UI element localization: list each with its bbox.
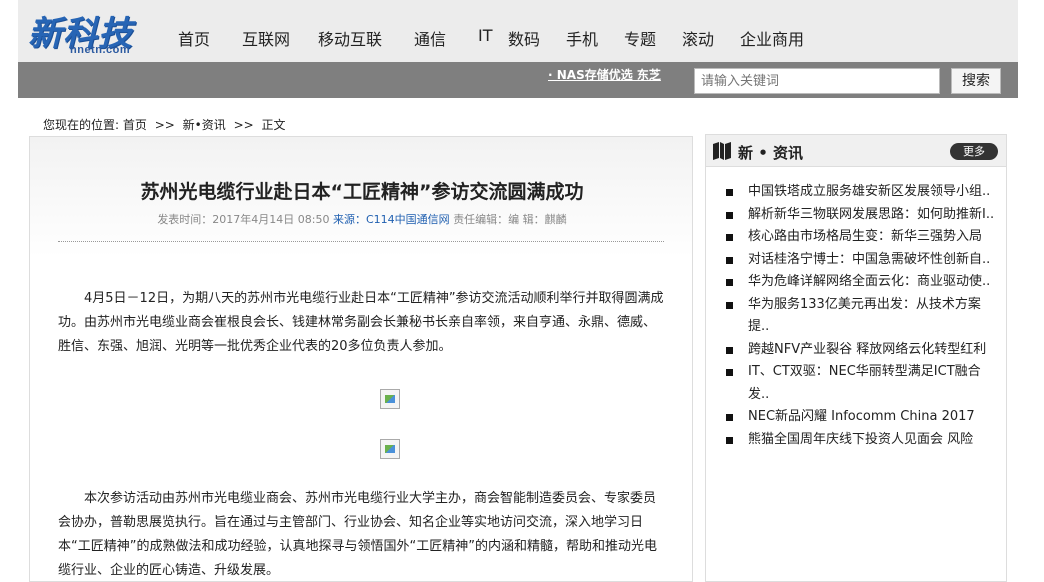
sidebar-list: 中国铁塔成立服务雄安新区发展领导小组.. 解析新华三物联网发展思路：如何助推新I… bbox=[726, 181, 996, 451]
nav-enterprise[interactable]: 企业商用 bbox=[740, 26, 830, 50]
list-item[interactable]: 核心路由市场格局生变：新华三强势入局 bbox=[726, 226, 996, 249]
nav-it[interactable]: IT bbox=[478, 26, 508, 50]
list-item[interactable]: 华为危峰详解网络全面云化：商业驱动使.. bbox=[726, 271, 996, 294]
list-item[interactable]: IT、CT双驱：NEC华丽转型满足ICT融合发.. bbox=[726, 361, 996, 406]
article-source[interactable]: 来源：C114中国通信网 bbox=[333, 213, 450, 226]
breadcrumb-home[interactable]: 首页 bbox=[123, 118, 147, 132]
ticker-link[interactable]: · NAS存储优选 东芝 bbox=[548, 68, 661, 82]
search-bar: · NAS存储优选 东芝 搜索 bbox=[18, 62, 1018, 98]
search-input[interactable] bbox=[694, 68, 940, 94]
list-item[interactable]: 中国铁塔成立服务雄安新区发展领导小组.. bbox=[726, 181, 996, 204]
nav-phone[interactable]: 手机 bbox=[566, 26, 624, 50]
list-item[interactable]: NEC新品闪耀 Infocomm China 2017 bbox=[726, 406, 996, 429]
main-nav: 首页 互联网 移动互联 通信 IT 数码 手机 专题 滚动 企业商用 bbox=[178, 26, 830, 50]
nav-topics[interactable]: 专题 bbox=[624, 26, 682, 50]
breadcrumb: 您现在的位置: 首页 >> 新•资讯 >> 正文 bbox=[43, 116, 286, 133]
site-logo[interactable]: 新科技 hnetn.com bbox=[24, 6, 164, 58]
page: 新科技 hnetn.com 首页 互联网 移动互联 通信 IT 数码 手机 专题… bbox=[0, 0, 1044, 582]
book-icon bbox=[713, 142, 731, 160]
nav-telecom[interactable]: 通信 bbox=[414, 26, 478, 50]
list-item[interactable]: 对话桂洛宁博士：中国急需破坏性创新自.. bbox=[726, 249, 996, 272]
broken-image-icon bbox=[380, 439, 400, 459]
nav-home[interactable]: 首页 bbox=[178, 26, 242, 50]
logo-domain: hnetn.com bbox=[70, 44, 131, 56]
list-item[interactable]: 熊猫全国周年庆线下投资人见面会 风险 bbox=[726, 429, 996, 452]
sidebar-news: 新 • 资讯 更多 中国铁塔成立服务雄安新区发展领导小组.. 解析新华三物联网发… bbox=[705, 134, 1007, 582]
breadcrumb-current: 正文 bbox=[261, 118, 286, 132]
list-item[interactable]: 解析新华三物联网发展思路：如何助推新I.. bbox=[726, 204, 996, 227]
nav-internet[interactable]: 互联网 bbox=[242, 26, 318, 50]
breadcrumb-prefix: 您现在的位置: bbox=[43, 118, 120, 132]
sidebar-header: 新 • 资讯 更多 bbox=[706, 135, 1006, 167]
page-margin bbox=[1018, 0, 1044, 582]
breadcrumb-separator: >> bbox=[233, 118, 254, 132]
list-item[interactable]: 跨越NFV产业裂谷 释放网络云化转型红利 bbox=[726, 339, 996, 362]
nav-mobile-internet[interactable]: 移动互联 bbox=[318, 26, 414, 50]
sidebar-title: 新 • 资讯 bbox=[738, 144, 804, 162]
nav-rolling[interactable]: 滚动 bbox=[682, 26, 740, 50]
search-button[interactable]: 搜索 bbox=[951, 68, 1001, 94]
site-header: 新科技 hnetn.com 首页 互联网 移动互联 通信 IT 数码 手机 专题… bbox=[18, 0, 1018, 62]
article-panel: 苏州光电缆行业赴日本“工匠精神”参访交流圆满成功 发表时间：2017年4月14日… bbox=[29, 136, 693, 582]
article-paragraph: 4月5日－12日，为期八天的苏州市光电缆行业赴日本“工匠精神”参访交流活动顺利举… bbox=[58, 291, 664, 354]
article-time: 发表时间：2017年4月14日 08:50 bbox=[157, 213, 330, 226]
broken-image-icon bbox=[380, 389, 400, 409]
list-item[interactable]: 华为服务133亿美元再出发：从技术方案提.. bbox=[726, 294, 996, 339]
more-button[interactable]: 更多 bbox=[950, 143, 998, 160]
article-title: 苏州光电缆行业赴日本“工匠精神”参访交流圆满成功 bbox=[140, 181, 584, 203]
article-meta: 发表时间：2017年4月14日 08:50 来源：C114中国通信网 责任编辑：… bbox=[30, 211, 694, 227]
article-paragraph: 本次参访活动由苏州市光电缆业商会、苏州市光电缆行业大学主办，商会智能制造委员会、… bbox=[58, 491, 657, 578]
article-divider bbox=[58, 241, 664, 242]
nav-digital[interactable]: 数码 bbox=[508, 26, 566, 50]
article-editor: 责任编辑：编 辑：麒麟 bbox=[453, 213, 567, 226]
breadcrumb-separator: >> bbox=[154, 118, 175, 132]
news-ticker: · NAS存储优选 东芝 bbox=[548, 66, 668, 86]
breadcrumb-news[interactable]: 新•资讯 bbox=[183, 118, 226, 132]
